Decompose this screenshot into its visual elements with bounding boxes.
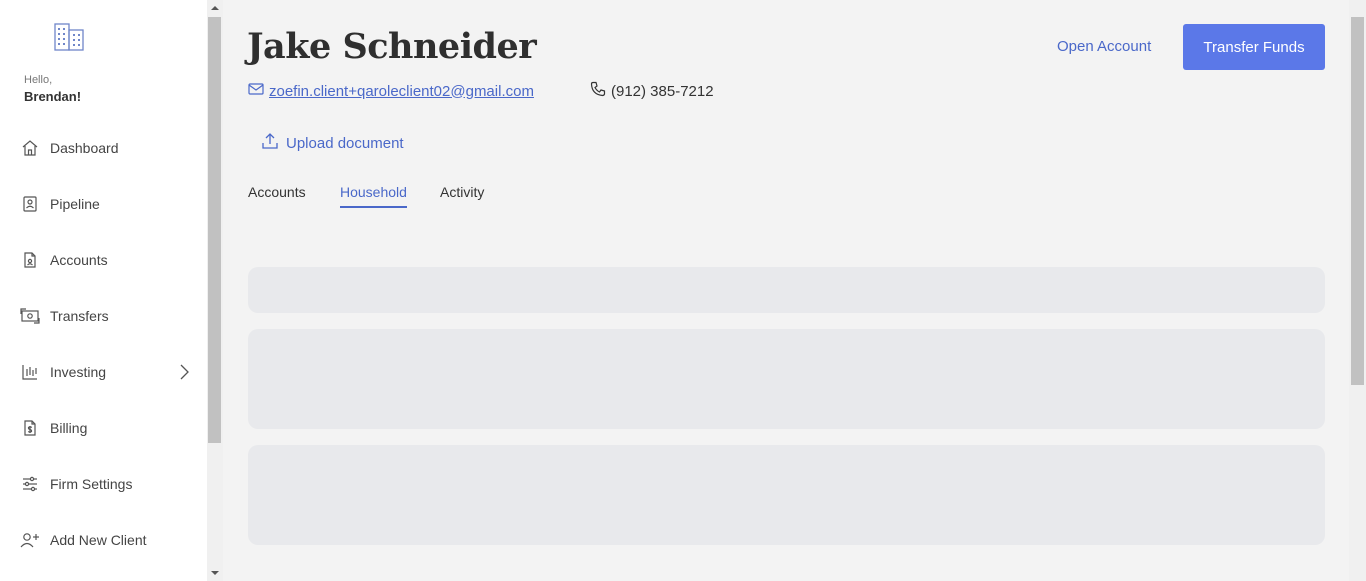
sidebar-item-billing[interactable]: Billing — [0, 408, 207, 448]
loading-skeleton-card — [248, 445, 1325, 545]
sidebar: Hello, Brendan! Dashboard Pipeline Accou… — [0, 0, 207, 581]
transfers-icon — [20, 306, 40, 326]
pipeline-icon — [20, 194, 40, 214]
loading-skeleton-row — [248, 267, 1325, 313]
sidebar-item-label: Pipeline — [50, 196, 100, 212]
tab-accounts[interactable]: Accounts — [248, 184, 306, 208]
upload-icon — [262, 132, 286, 154]
sidebar-item-label: Investing — [50, 364, 107, 380]
add-user-icon — [20, 530, 40, 550]
open-account-link[interactable]: Open Account — [1057, 38, 1151, 55]
tab-household[interactable]: Household — [340, 184, 407, 208]
phone-icon — [590, 81, 611, 101]
scroll-down-arrow-icon[interactable] — [207, 565, 223, 581]
sidebar-item-firm-settings[interactable]: Firm Settings — [0, 464, 207, 504]
investing-icon — [20, 362, 40, 382]
main-scrollbar-thumb[interactable] — [1351, 17, 1364, 385]
upload-document-label: Upload document — [286, 134, 404, 152]
home-icon — [20, 138, 40, 158]
scroll-up-arrow-icon[interactable] — [207, 0, 223, 16]
user-name: Brendan! — [24, 89, 82, 104]
email-link[interactable]: zoefin.client+qaroleclient02@gmail.com — [269, 83, 534, 100]
phone-number: (912) 385-7212 — [611, 82, 714, 100]
sidebar-item-label: Dashboard — [50, 140, 119, 156]
client-email: zoefin.client+qaroleclient02@gmail.com — [248, 80, 534, 102]
greeting: Hello, — [24, 74, 53, 86]
sidebar-item-label: Add New Client — [50, 532, 147, 548]
sidebar-item-label: Billing — [50, 420, 88, 436]
sidebar-item-dashboard[interactable]: Dashboard — [0, 128, 207, 168]
sliders-icon — [20, 474, 40, 494]
tab-activity[interactable]: Activity — [440, 184, 484, 208]
sidebar-item-investing[interactable]: Investing — [0, 352, 207, 392]
sidebar-scrollbar-thumb[interactable] — [208, 17, 221, 443]
accounts-icon — [20, 250, 40, 270]
chevron-right-icon — [176, 364, 192, 380]
upload-document-button[interactable]: Upload document — [262, 132, 404, 154]
client-name: Jake Schneider — [247, 26, 537, 67]
building-logo-icon — [53, 22, 87, 52]
sidebar-item-label: Transfers — [50, 308, 109, 324]
sidebar-item-transfers[interactable]: Transfers — [0, 296, 207, 336]
sidebar-item-pipeline[interactable]: Pipeline — [0, 184, 207, 224]
sidebar-item-label: Accounts — [50, 252, 108, 268]
loading-skeleton-card — [248, 329, 1325, 429]
transfer-funds-button[interactable]: Transfer Funds — [1183, 24, 1325, 70]
main-content: Jake Schneider zoefin.client+qaroleclien… — [223, 0, 1349, 581]
sidebar-item-accounts[interactable]: Accounts — [0, 240, 207, 280]
billing-icon — [20, 418, 40, 438]
sidebar-item-label: Firm Settings — [50, 476, 133, 492]
mail-icon — [248, 82, 269, 100]
client-phone: (912) 385-7212 — [590, 80, 714, 102]
sidebar-item-add-new-client[interactable]: Add New Client — [0, 520, 207, 560]
